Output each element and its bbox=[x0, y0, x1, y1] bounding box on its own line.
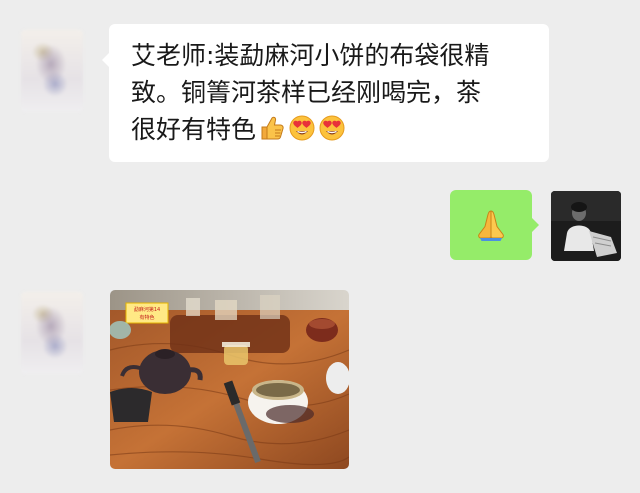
contact-avatar[interactable] bbox=[21, 292, 83, 374]
thumbs-up-icon bbox=[258, 114, 286, 152]
outgoing-message-bubble[interactable] bbox=[450, 190, 539, 260]
photo-message[interactable]: 勐麻河第14 有特色 bbox=[110, 290, 349, 469]
message-text: 艾老师:装勐麻河小饼的布袋很精 致。铜箐河茶样已经刚喝完，茶 很好有特色 bbox=[131, 37, 541, 152]
folded-hands-icon bbox=[473, 207, 509, 247]
message-line: 致。铜箐河茶样已经刚喝完，茶 bbox=[131, 78, 482, 107]
tea-table-photo: 勐麻河第14 有特色 bbox=[110, 290, 349, 469]
contact-avatar[interactable] bbox=[21, 30, 83, 112]
message-line-with-emojis: 很好有特色 bbox=[131, 111, 541, 152]
incoming-message-bubble[interactable]: 艾老师:装勐麻河小饼的布袋很精 致。铜箐河茶样已经刚喝完，茶 很好有特色 bbox=[102, 24, 549, 162]
user-avatar-photo bbox=[551, 191, 621, 261]
heart-eyes-icon bbox=[288, 114, 316, 152]
user-avatar[interactable] bbox=[551, 191, 621, 261]
message-line: 艾老师:装勐麻河小饼的布袋很精 bbox=[131, 41, 490, 70]
message-line: 很好有特色 bbox=[131, 115, 257, 144]
photo-caption-text: 有特色 bbox=[139, 314, 154, 321]
heart-eyes-icon bbox=[318, 114, 346, 152]
photo-caption-text: 勐麻河第14 bbox=[134, 306, 160, 313]
